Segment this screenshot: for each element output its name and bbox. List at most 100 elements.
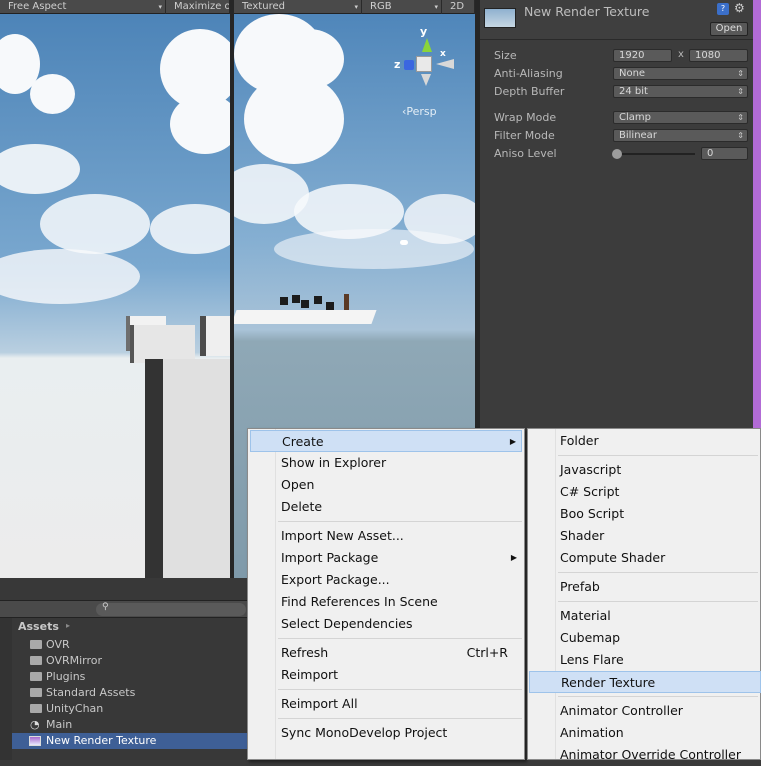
scene-cube [280,297,288,305]
game-view[interactable] [0,14,230,578]
menu-item-find-references[interactable]: Find References In Scene [250,591,522,613]
menu-item-label: Export Package... [281,572,390,587]
assets-breadcrumb[interactable]: Assets ▸ [12,620,248,635]
menu-separator [558,455,758,456]
cloud [0,249,140,304]
menu-item-create[interactable]: Create ▶ [250,430,522,452]
gizmo-center-cube-icon[interactable] [416,56,432,72]
render-mode-label: RGB [370,1,392,12]
asset-item-label: Main [46,718,73,731]
menu-separator [558,572,758,573]
cloud [30,74,75,114]
menu-item-sync-monodevelop[interactable]: Sync MonoDevelop Project [250,722,522,744]
submenu-item-compute-shader[interactable]: Compute Shader [529,547,761,569]
asset-item-main[interactable]: ◔ Main [12,717,248,733]
context-menu: Create ▶ Show in Explorer Open Delete Imp… [247,428,525,760]
wrap-mode-label: Wrap Mode [494,111,557,124]
directional-light-icon[interactable] [400,240,408,245]
width-field[interactable]: 1920 [613,49,672,62]
render-mode-dropdown[interactable]: RGB ▾ [362,0,442,14]
asset-item-ovrmirror[interactable]: OVRMirror [12,653,248,669]
cloud [0,144,80,194]
search-input[interactable]: ⚲ [96,602,246,616]
menu-item-label: Sync MonoDevelop Project [281,725,448,740]
menu-item-export-package[interactable]: Export Package... [250,569,522,591]
gizmo-z-axis-icon[interactable] [404,60,414,70]
menu-item-label: Import Package [281,550,379,565]
aniso-level-label: Aniso Level [494,147,557,160]
submenu-item-javascript[interactable]: Javascript [529,459,761,481]
cloud [170,94,230,154]
submenu-item-material[interactable]: Material [529,605,761,627]
menu-item-import-package[interactable]: Import Package ▶ [250,547,522,569]
gizmo-z-label: z [394,58,401,71]
height-field[interactable]: 1080 [689,49,748,62]
dropdown-arrow-icon: ▾ [158,3,162,11]
aspect-dropdown[interactable]: Free Aspect ▾ [0,0,166,14]
submenu-item-lens-flare[interactable]: Lens Flare [529,649,761,671]
help-icon[interactable]: ? [717,3,729,15]
asset-item-plugins[interactable]: Plugins [12,669,248,685]
maximize-on-play-toggle[interactable]: Maximize on [166,0,230,14]
gizmo-x-axis-icon[interactable] [434,59,454,69]
shading-mode-label: Textured [242,1,285,12]
anti-aliasing-label: Anti-Aliasing [494,67,563,80]
scene-orientation-gizmo[interactable]: y z x [394,25,464,96]
submenu-item-prefab[interactable]: Prefab [529,576,761,598]
assets-label: Assets [18,620,59,633]
submenu-item-shader[interactable]: Shader [529,525,761,547]
menu-item-label: Show in Explorer [281,455,387,470]
submenu-item-cubemap[interactable]: Cubemap [529,627,761,649]
menu-item-open[interactable]: Open [250,474,522,496]
menu-item-label: Shader [560,528,605,543]
unity-scene-icon: ◔ [30,718,40,731]
submenu-item-render-texture[interactable]: Render Texture [529,671,761,693]
shading-mode-dropdown[interactable]: Textured ▾ [234,0,362,14]
wrap-mode-value: Clamp [619,112,651,123]
menu-item-label: C# Script [560,484,620,499]
2d-toggle[interactable]: 2D [442,0,475,14]
scene-cube [326,302,334,310]
asset-item-new-render-texture[interactable]: New Render Texture [12,733,248,749]
project-search-bar: ⚲ [0,600,248,618]
submenu-item-csharp-script[interactable]: C# Script [529,481,761,503]
aniso-level-field[interactable]: 0 [701,147,748,160]
menu-item-label: Compute Shader [560,550,666,565]
asset-item-unitychan[interactable]: UnityChan [12,701,248,717]
create-submenu: Folder Javascript C# Script Boo Script S… [527,428,761,762]
wrap-mode-dropdown[interactable]: Clamp ⇕ [613,111,748,124]
menu-item-delete[interactable]: Delete [250,496,522,518]
scene-cube [301,300,309,308]
submenu-item-boo-script[interactable]: Boo Script [529,503,761,525]
menu-item-label: Cubemap [560,630,621,645]
cube [200,316,230,356]
depth-buffer-dropdown[interactable]: 24 bit ⇕ [613,85,748,98]
menu-item-reimport-all[interactable]: Reimport All [250,693,522,715]
submenu-item-animator-override-controller[interactable]: Animator Override Controller [529,744,761,766]
menu-item-show-in-explorer[interactable]: Show in Explorer [250,452,522,474]
asset-item-ovr[interactable]: OVR [12,637,248,653]
menu-item-select-dependencies[interactable]: Select Dependencies [250,613,522,635]
scene-cube [292,295,300,303]
submenu-item-folder[interactable]: Folder [529,430,761,452]
anti-aliasing-dropdown[interactable]: None ⇕ [613,67,748,80]
menu-item-reimport[interactable]: Reimport [250,664,522,686]
aniso-slider-track[interactable] [617,153,695,155]
gizmo-x-label: x [440,49,446,59]
menu-item-import-new-asset[interactable]: Import New Asset... [250,525,522,547]
gizmo-neg-y-axis-icon[interactable] [421,74,431,86]
dropdown-arrow-icon: ▾ [354,3,358,11]
inspector-header: New Render Texture ? ⚙ Open [480,0,753,40]
menu-item-shortcut: Ctrl+R [466,645,508,660]
submenu-item-animator-controller[interactable]: Animator Controller [529,700,761,722]
aniso-slider-thumb[interactable] [612,149,622,159]
open-button[interactable]: Open [710,22,748,36]
asset-item-standard-assets[interactable]: Standard Assets [12,685,248,701]
gizmo-y-axis-icon[interactable] [422,38,432,52]
filter-mode-dropdown[interactable]: Bilinear ⇕ [613,129,748,142]
submenu-item-animation[interactable]: Animation [529,722,761,744]
gear-icon[interactable]: ⚙ [734,1,745,15]
window-edge [753,0,761,430]
menu-item-refresh[interactable]: Refresh Ctrl+R [250,642,522,664]
perspective-label[interactable]: ‹Persp [402,105,437,118]
